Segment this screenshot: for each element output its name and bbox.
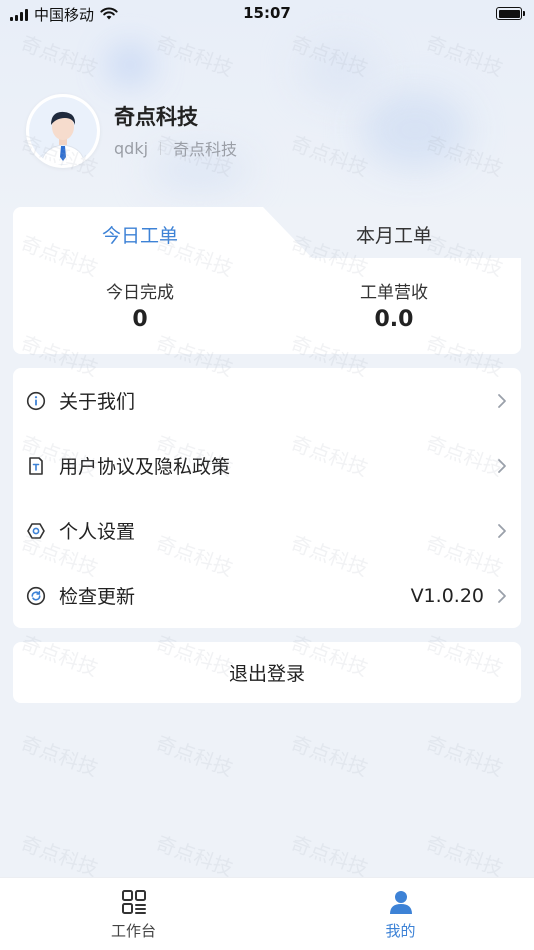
document-icon: [26, 456, 46, 476]
menu-item-label: 检查更新: [59, 586, 136, 608]
menu-item-agreement[interactable]: 用户协议及隐私政策: [13, 433, 521, 498]
menu-item-label: 关于我们: [59, 391, 136, 413]
tab-month-orders[interactable]: 本月工单: [267, 221, 521, 248]
status-bar: 中国移动 15:07: [0, 0, 534, 28]
menu-item-check-update[interactable]: 检查更新 V1.0.20: [13, 563, 521, 628]
settings-menu: 关于我们 用户协议及隐私政策 个人设置 检查更新 V1.0.20: [13, 368, 521, 628]
app-version: V1.0.20: [410, 584, 484, 607]
menu-item-label: 个人设置: [59, 521, 136, 543]
profile-name: 奇点科技: [114, 105, 198, 129]
work-order-card: 今日工单 本月工单 今日完成 0 工单营收 0.0: [13, 207, 521, 354]
watermark-text: 奇点科技: [17, 730, 102, 781]
logout-button[interactable]: 退出登录: [13, 642, 521, 703]
settings-icon: [26, 521, 46, 541]
clock: 15:07: [243, 4, 291, 22]
watermark-text: 奇点科技: [152, 730, 237, 781]
tab-workbench[interactable]: 工作台: [0, 878, 267, 950]
stat-value: 0: [132, 307, 148, 332]
watermark-text: 奇点科技: [152, 830, 237, 881]
stat-value: 0.0: [374, 307, 414, 332]
watermark-text: 奇点科技: [287, 830, 372, 881]
info-icon: [26, 391, 46, 411]
tab-label: 工作台: [110, 922, 156, 940]
watermark-text: 奇点科技: [17, 830, 102, 881]
work-order-tabs: 今日工单 本月工单: [13, 207, 521, 259]
logout-label: 退出登录: [228, 663, 305, 685]
tab-label: 我的: [385, 922, 416, 940]
chevron-right-icon: [495, 523, 509, 539]
grid-icon: [120, 888, 148, 916]
work-order-stats: 今日完成 0 工单营收 0.0: [13, 258, 521, 354]
profile-company: 奇点科技: [173, 140, 238, 159]
menu-item-about[interactable]: 关于我们: [13, 368, 521, 433]
profile-subtitle: qdkj 奇点科技: [114, 136, 237, 160]
chevron-right-icon: [495, 458, 509, 474]
chevron-right-icon: [495, 588, 509, 604]
menu-item-personal-settings[interactable]: 个人设置: [13, 498, 521, 563]
chevron-right-icon: [495, 393, 509, 409]
stat-label: 今日完成: [106, 283, 174, 303]
stat-label: 工单营收: [360, 283, 428, 303]
avatar[interactable]: [26, 94, 100, 168]
user-icon: [387, 888, 415, 916]
tab-today-orders[interactable]: 今日工单: [13, 221, 267, 248]
bottom-tab-bar: 工作台 我的: [0, 877, 534, 950]
tab-mine[interactable]: 我的: [267, 878, 534, 950]
profile-username: qdkj: [114, 138, 149, 158]
refresh-icon: [26, 586, 46, 606]
watermark-text: 奇点科技: [287, 730, 372, 781]
menu-item-label: 用户协议及隐私政策: [59, 456, 231, 478]
watermark-text: 奇点科技: [422, 730, 507, 781]
divider: [160, 141, 162, 155]
battery-icon: [496, 7, 525, 20]
watermark-text: 奇点科技: [422, 830, 507, 881]
